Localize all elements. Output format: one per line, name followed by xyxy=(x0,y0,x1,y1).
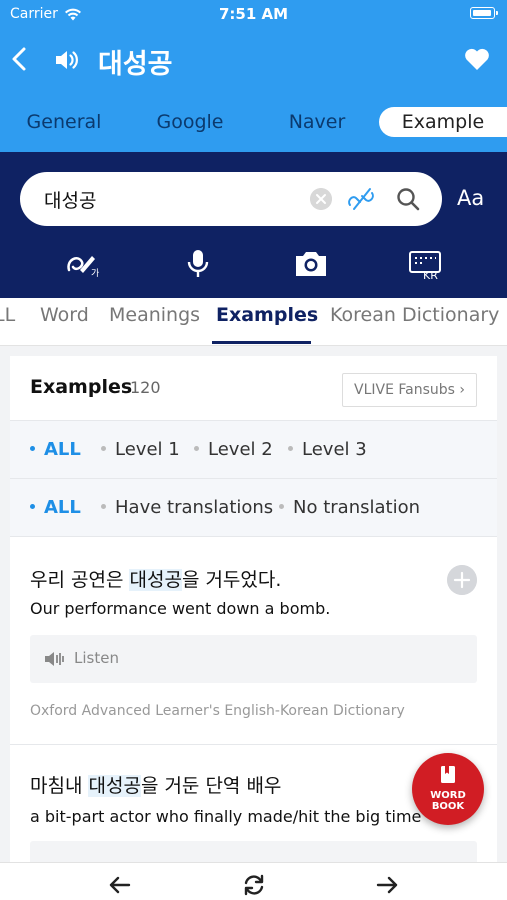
highlighted-term: 대성공 xyxy=(129,569,182,591)
listen-button[interactable]: Listen xyxy=(30,635,477,683)
microphone-icon[interactable] xyxy=(178,248,218,280)
camera-icon[interactable] xyxy=(291,248,331,280)
subtab-word[interactable]: Word xyxy=(40,304,89,326)
clock: 7:51 AM xyxy=(218,5,289,23)
tab-google[interactable]: Google xyxy=(146,107,234,137)
handwriting-icon[interactable]: 가 xyxy=(64,248,104,280)
filter-translation-all[interactable]: ALL xyxy=(30,497,81,518)
link-handwriting-icon[interactable] xyxy=(346,185,376,213)
word-book-label: WORD BOOK xyxy=(430,790,466,812)
examples-header: Examples 120 VLIVE Fansubs › xyxy=(10,356,497,420)
example-entry: 우리 공연은 대성공을 거두었다. Our performance went d… xyxy=(10,536,497,744)
filter-level-all[interactable]: ALL xyxy=(30,439,81,460)
page-title: 대성공 xyxy=(98,49,173,80)
font-size-toggle[interactable]: Aa xyxy=(457,186,484,210)
listen-label: Listen xyxy=(74,649,119,667)
clear-icon[interactable] xyxy=(310,188,332,210)
active-subtab-indicator xyxy=(212,341,311,344)
tab-example[interactable]: Example xyxy=(379,107,507,137)
vlive-fansubs-button[interactable]: VLIVE Fansubs › xyxy=(342,373,477,407)
example-korean: 우리 공연은 대성공을 거두었다. xyxy=(30,569,282,591)
subtab-meanings[interactable]: Meanings xyxy=(109,304,200,326)
app-header: Carrier 7:51 AM 대성공 General Google Naver… xyxy=(0,0,507,152)
korean-keyboard-icon[interactable]: KR xyxy=(406,248,446,280)
bottom-toolbar xyxy=(0,862,507,900)
status-bar: Carrier 7:51 AM xyxy=(0,0,507,28)
back-button[interactable] xyxy=(8,44,32,74)
example-korean: 마침내 대성공을 거둔 단역 배우 xyxy=(30,775,282,797)
book-icon xyxy=(441,766,455,783)
tab-general[interactable]: General xyxy=(20,107,108,137)
example-source: Oxford Advanced Learner's English-Korean… xyxy=(30,703,405,719)
examples-title: Examples xyxy=(30,376,133,398)
subtab-examples[interactable]: Examples xyxy=(216,304,318,326)
dictionary-subtabs: LL Word Meanings Examples Korean Diction… xyxy=(0,298,507,346)
translation-filter-row: ALL Have translations No translation xyxy=(10,478,497,536)
favorite-heart-icon[interactable] xyxy=(463,46,491,72)
source-tabs: General Google Naver Example xyxy=(0,104,507,140)
title-bar: 대성공 xyxy=(0,36,507,82)
audio-icon xyxy=(45,652,64,666)
filter-level-1[interactable]: Level 1 xyxy=(101,439,180,460)
add-to-wordbook-icon[interactable] xyxy=(447,565,477,595)
search-box xyxy=(20,172,442,226)
speaker-icon[interactable] xyxy=(53,46,81,74)
battery-icon xyxy=(470,7,498,19)
example-english: a bit-part actor who finally made/hit th… xyxy=(30,807,422,826)
subtab-korean-dictionary[interactable]: Korean Dictionary xyxy=(330,304,499,326)
search-input[interactable] xyxy=(44,183,304,215)
arrow-right-icon[interactable] xyxy=(374,873,400,897)
word-book-button[interactable]: WORD BOOK xyxy=(412,753,484,825)
filter-level-2[interactable]: Level 2 xyxy=(194,439,273,460)
keyboard-badge: KR xyxy=(423,269,438,280)
refresh-icon[interactable] xyxy=(241,873,267,897)
search-icon[interactable] xyxy=(395,186,421,212)
examples-count: 120 xyxy=(130,378,161,397)
filter-level-3[interactable]: Level 3 xyxy=(288,439,367,460)
handwriting-badge: 가 xyxy=(91,268,99,279)
filter-have-translations[interactable]: Have translations xyxy=(101,497,273,518)
filter-no-translation[interactable]: No translation xyxy=(279,497,420,518)
arrow-left-icon[interactable] xyxy=(107,873,133,897)
highlighted-term: 대성공 xyxy=(88,775,141,797)
search-panel: Aa 가 KR xyxy=(0,152,507,298)
level-filter-row: ALL Level 1 Level 2 Level 3 xyxy=(10,420,497,478)
example-english: Our performance went down a bomb. xyxy=(30,599,331,618)
subtab-all[interactable]: LL xyxy=(0,304,15,326)
tab-naver[interactable]: Naver xyxy=(273,107,361,137)
